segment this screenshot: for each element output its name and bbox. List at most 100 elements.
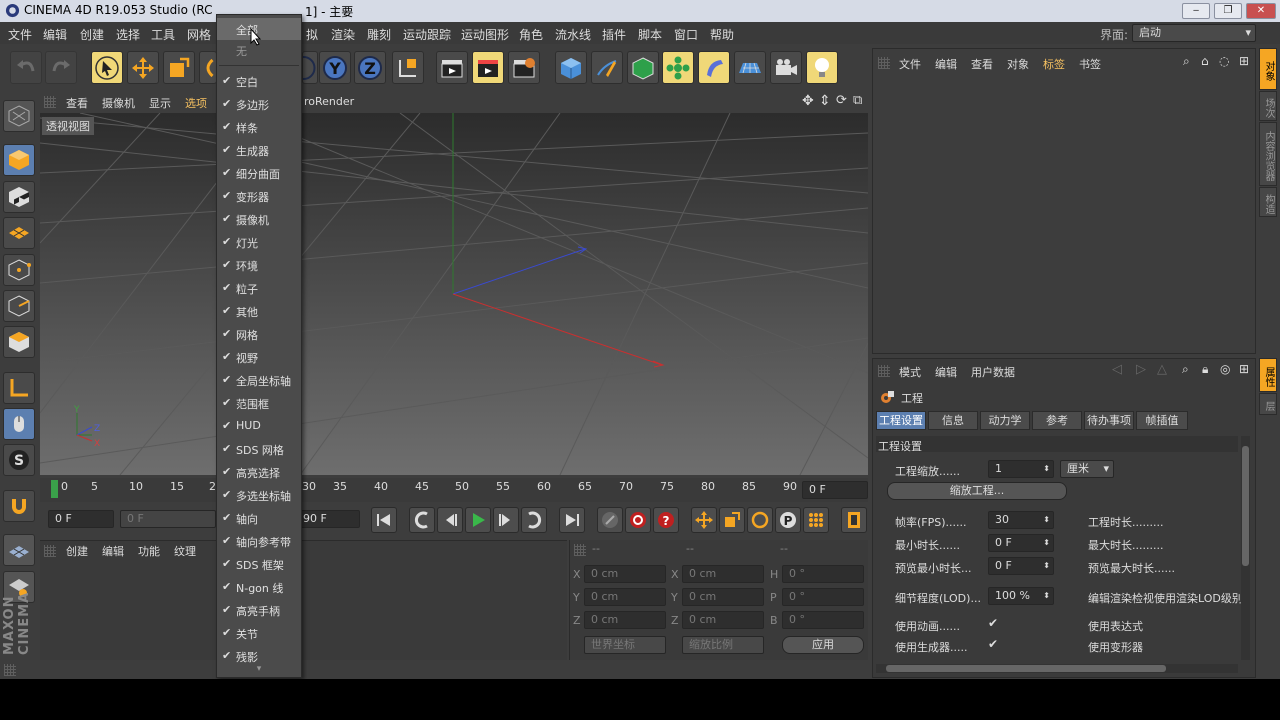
tab-info[interactable]: 信息: [928, 411, 978, 430]
status-grip-icon[interactable]: [4, 664, 16, 676]
menu-mograph[interactable]: 运动图形: [461, 26, 509, 43]
size-z-field[interactable]: 0 cm: [682, 611, 764, 629]
apply-button[interactable]: 应用: [782, 636, 864, 654]
attribute-menu-mode[interactable]: 模式: [899, 364, 921, 380]
current-frame-slider[interactable]: 0 F: [120, 510, 216, 528]
object-menu-file[interactable]: 文件: [899, 56, 921, 72]
menu-mesh[interactable]: 网格: [187, 26, 211, 43]
link-icon[interactable]: ◌: [1219, 54, 1229, 68]
settings-icon[interactable]: ◎: [1220, 362, 1230, 376]
search-icon[interactable]: ⌕: [1183, 54, 1190, 69]
popup-item-axis[interactable]: ✔ 轴向: [217, 507, 301, 529]
popup-item-other[interactable]: ✔ 其他: [217, 300, 301, 322]
side-tab-structure[interactable]: 构造: [1259, 187, 1277, 217]
magnet-button[interactable]: [3, 490, 35, 522]
menu-help[interactable]: 帮助: [710, 26, 734, 43]
popup-item-hud[interactable]: ✔ HUD: [217, 415, 301, 437]
scale-tool-button[interactable]: [163, 51, 195, 84]
perspective-viewport[interactable]: Y Z X: [40, 113, 868, 475]
side-tab-content-browser[interactable]: 内容浏览器: [1259, 122, 1277, 186]
project-scale-field[interactable]: 1 ⬍: [988, 460, 1054, 478]
go-to-end-button[interactable]: [559, 507, 585, 533]
object-menu-bookmarks[interactable]: 书签: [1079, 56, 1101, 72]
coordinate-system-button[interactable]: [392, 51, 424, 84]
rotation-h-field[interactable]: 0 °: [782, 565, 864, 583]
popup-item-scene[interactable]: ✔ 环境: [217, 254, 301, 276]
forward-arrow-icon[interactable]: ▷: [1136, 362, 1146, 377]
viewport-dolly-icon[interactable]: ⇕: [819, 93, 831, 109]
menu-tools[interactable]: 工具: [151, 26, 175, 43]
menu-file[interactable]: 文件: [8, 26, 32, 43]
object-menu-edit[interactable]: 编辑: [935, 56, 957, 72]
viewport-menu-options[interactable]: 选项: [185, 95, 207, 111]
maximize-button[interactable]: ❐: [1214, 3, 1242, 19]
use-generators-checkbox[interactable]: ✔: [988, 637, 998, 651]
side-tab-objects[interactable]: 对象: [1259, 48, 1277, 90]
tab-referencing[interactable]: 参考: [1032, 411, 1082, 430]
subdivision-surface-button[interactable]: [627, 51, 659, 84]
rotate-tool-button[interactable]: [199, 51, 217, 84]
key-parameter-button[interactable]: P: [775, 507, 801, 533]
menu-character[interactable]: 角色: [519, 26, 543, 43]
preview-min-time-field[interactable]: 0 F ⬍: [988, 557, 1054, 575]
pen-tool-button[interactable]: [591, 51, 623, 84]
timeline-window-button[interactable]: [841, 507, 867, 533]
render-settings-button[interactable]: [508, 51, 540, 84]
model-mode-button[interactable]: [3, 144, 35, 176]
attribute-scrollbar[interactable]: [1241, 436, 1250, 660]
points-mode-button[interactable]: [3, 254, 35, 286]
tab-dynamics[interactable]: 动力学: [980, 411, 1030, 430]
popup-item-spline[interactable]: ✔ 样条: [217, 116, 301, 138]
menu-create[interactable]: 创建: [80, 26, 104, 43]
viewport-menu-cameras[interactable]: 摄像机: [102, 95, 135, 111]
polygons-mode-button[interactable]: [3, 326, 35, 358]
fps-field[interactable]: 30 ⬍: [988, 511, 1054, 529]
tab-todo[interactable]: 待办事项: [1084, 411, 1134, 430]
snap-button[interactable]: S: [3, 444, 35, 476]
viewport-menu-display[interactable]: 显示: [149, 95, 171, 111]
menu-plugins[interactable]: 插件: [602, 26, 626, 43]
scale-project-button[interactable]: 缩放工程...: [887, 482, 1067, 500]
axis-x-lock-button[interactable]: [302, 51, 318, 84]
size-y-field[interactable]: 0 cm: [682, 588, 764, 606]
key-pla-button[interactable]: [803, 507, 829, 533]
side-tab-attributes[interactable]: 属性: [1259, 358, 1277, 392]
cloner-button[interactable]: [662, 51, 694, 84]
tweak-mode-button[interactable]: [3, 408, 35, 440]
popup-item-highlight-handles[interactable]: ✔ 高亮手柄: [217, 599, 301, 621]
up-arrow-icon[interactable]: △: [1157, 362, 1167, 377]
tab-project-settings[interactable]: 工程设置: [876, 411, 926, 430]
floor-object-button[interactable]: [734, 51, 766, 84]
attribute-grip-icon[interactable]: [878, 365, 890, 377]
workplane-floor-button[interactable]: [3, 534, 35, 566]
layout-select[interactable]: 启动 ▾: [1132, 24, 1256, 42]
popup-item-generator[interactable]: ✔ 生成器: [217, 139, 301, 161]
menu-script[interactable]: 脚本: [638, 26, 662, 43]
edges-mode-button[interactable]: [3, 290, 35, 322]
go-to-start-button[interactable]: [371, 507, 397, 533]
popup-item-world-axis[interactable]: ✔ 全局坐标轴: [217, 369, 301, 391]
make-editable-button[interactable]: [3, 100, 35, 132]
lod-field[interactable]: 100 % ⬍: [988, 587, 1054, 605]
material-menu-function[interactable]: 功能: [138, 543, 160, 559]
previous-frame-button[interactable]: [437, 507, 463, 533]
next-key-button[interactable]: [521, 507, 547, 533]
object-menu-tags[interactable]: 标签: [1043, 56, 1065, 72]
popup-item-subdivision[interactable]: ✔ 细分曲面: [217, 162, 301, 184]
size-x-field[interactable]: 0 cm: [682, 565, 764, 583]
position-z-field[interactable]: 0 cm: [584, 611, 666, 629]
undo-button[interactable]: [10, 51, 42, 84]
menu-edit[interactable]: 编辑: [43, 26, 67, 43]
viewport-grip-icon[interactable]: [44, 96, 56, 108]
live-select-button[interactable]: [91, 51, 123, 84]
popup-item-joints[interactable]: ✔ 关节: [217, 622, 301, 644]
end-frame-field[interactable]: 90 F: [296, 510, 360, 528]
next-frame-button[interactable]: [493, 507, 519, 533]
menu-pipeline[interactable]: 流水线: [555, 26, 591, 43]
rotation-p-field[interactable]: 0 °: [782, 588, 864, 606]
new-panel-icon[interactable]: ⊞: [1239, 362, 1249, 376]
object-menu-objects[interactable]: 对象: [1007, 56, 1029, 72]
attribute-hscrollbar-thumb[interactable]: [886, 665, 1166, 672]
minimize-button[interactable]: ‒: [1182, 3, 1210, 19]
attribute-scrollbar-thumb[interactable]: [1242, 446, 1249, 566]
